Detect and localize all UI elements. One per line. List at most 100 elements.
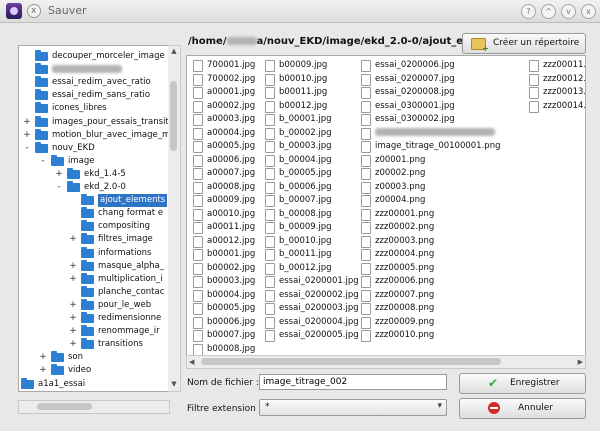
tree-item[interactable]: + pour_le_web bbox=[19, 298, 169, 312]
tree-item-label: video bbox=[68, 365, 92, 376]
tree-item[interactable]: icones_libres bbox=[19, 102, 169, 115]
file-icon bbox=[193, 100, 203, 113]
tree-item[interactable]: + masque_alpha_ bbox=[19, 259, 169, 273]
file-name: essai_0300002.jpg bbox=[375, 114, 455, 124]
folder-icon bbox=[81, 338, 94, 350]
file-icon bbox=[193, 235, 203, 248]
close-button[interactable]: x bbox=[581, 4, 596, 19]
tree-item[interactable]: + son bbox=[19, 351, 169, 364]
tree-item[interactable]: + renommage_ir bbox=[19, 325, 169, 338]
tree-item[interactable]: essai_redim_avec_ratio bbox=[19, 76, 169, 89]
directory-tree[interactable]: decouper_morceler_image essai_redim_avec_… bbox=[18, 45, 170, 392]
file-name: zzz00004.png bbox=[375, 249, 435, 259]
folder-icon bbox=[51, 351, 64, 363]
tree-item[interactable]: a1a1_essai bbox=[19, 377, 169, 391]
expand-icon[interactable]: + bbox=[39, 364, 47, 377]
help-button[interactable]: ? bbox=[521, 4, 536, 19]
window-menu-button[interactable]: x bbox=[27, 4, 41, 18]
scroll-up-icon[interactable]: ▲ bbox=[169, 47, 179, 57]
tree-item[interactable]: - image bbox=[19, 154, 169, 168]
tree-item[interactable]: + motion_blur_avec_image_m bbox=[19, 128, 169, 142]
path-prefix: /home/ bbox=[188, 36, 227, 47]
expand-icon[interactable]: + bbox=[69, 325, 77, 338]
tree-item[interactable]: - nouv_EKD bbox=[19, 141, 169, 155]
scroll-down-icon[interactable]: ▼ bbox=[169, 380, 179, 390]
file-icon bbox=[361, 249, 371, 261]
collapse-icon[interactable]: - bbox=[23, 142, 31, 155]
file-name: b_00002.jpg bbox=[279, 127, 332, 138]
expand-icon[interactable]: + bbox=[69, 233, 77, 246]
expand-icon[interactable]: + bbox=[39, 351, 47, 364]
tree-item[interactable]: + filtres_image bbox=[19, 233, 169, 246]
tree-item[interactable]: decouper_morceler_image bbox=[19, 50, 169, 63]
tree-item[interactable]: - ekd_2.0-0 bbox=[19, 181, 169, 194]
filename-input[interactable] bbox=[259, 374, 447, 390]
file-icon bbox=[361, 222, 371, 234]
expand-icon[interactable]: + bbox=[69, 299, 77, 312]
filter-extension-select[interactable]: * ▾ bbox=[259, 399, 447, 416]
minimize-button[interactable]: ^ bbox=[541, 4, 556, 19]
file-icon bbox=[265, 330, 275, 342]
tree-item-label: filtres_image bbox=[98, 234, 153, 245]
tree-item[interactable]: planche_contac bbox=[19, 285, 169, 299]
tree-item[interactable] bbox=[19, 63, 169, 76]
tree-item[interactable]: informations bbox=[19, 246, 169, 260]
file-list-scroll-thumb[interactable] bbox=[201, 358, 501, 365]
tree-horizontal-scroll-thumb[interactable] bbox=[37, 403, 92, 410]
maximize-button[interactable]: v bbox=[561, 4, 576, 19]
app-icon[interactable] bbox=[6, 3, 22, 19]
file-icon bbox=[193, 127, 203, 140]
expand-icon[interactable]: + bbox=[69, 312, 77, 325]
file-icon bbox=[265, 316, 275, 329]
file-name: b00008.jpg bbox=[207, 343, 256, 354]
folder-icon bbox=[67, 181, 80, 192]
tree-item-label: ekd_1.4-5 bbox=[84, 168, 126, 179]
expand-icon[interactable]: + bbox=[23, 116, 31, 129]
tree-vertical-scroll-thumb[interactable] bbox=[170, 81, 177, 151]
expand-icon[interactable]: + bbox=[55, 168, 63, 181]
tree-horizontal-scrollbar[interactable] bbox=[18, 400, 170, 414]
file-list[interactable]: 700001.jpg 700002.jpg a00001.jpg a00002.jpg… bbox=[186, 55, 586, 357]
save-button[interactable]: ✔ Enregistrer bbox=[459, 373, 586, 394]
file-icon bbox=[193, 289, 203, 302]
tree-item[interactable]: + multiplication_i bbox=[19, 272, 169, 286]
title-bar: x Sauver ? ^ v x bbox=[0, 0, 600, 23]
collapse-icon[interactable]: - bbox=[55, 181, 63, 194]
file-icon bbox=[193, 276, 203, 288]
tree-item[interactable]: essai_redim_sans_ratio bbox=[19, 89, 169, 102]
file-name: 700002.jpg bbox=[207, 73, 256, 84]
folder-icon bbox=[35, 89, 48, 101]
tree-item[interactable]: + video bbox=[19, 364, 169, 377]
tree-item[interactable]: + redimensionne bbox=[19, 312, 169, 325]
tree-item[interactable]: + ekd_1.4-5 bbox=[19, 167, 169, 181]
tree-item-label: essai_redim_sans_ratio bbox=[52, 90, 151, 101]
tree-vertical-scrollbar[interactable]: ▲ ▼ bbox=[168, 45, 181, 392]
tree-item-label: multiplication_i bbox=[98, 273, 163, 284]
tree-item[interactable]: + transitions bbox=[19, 338, 169, 351]
file-icon bbox=[361, 303, 371, 315]
file-icon bbox=[193, 181, 203, 194]
folder-icon bbox=[81, 220, 94, 232]
file-icon bbox=[265, 249, 275, 261]
file-name: zzz00013. bbox=[543, 87, 586, 97]
file-list-horizontal-scrollbar[interactable]: ◀ ▶ bbox=[186, 355, 586, 369]
tree-item[interactable]: ajout_elements bbox=[19, 194, 169, 208]
scroll-left-icon[interactable]: ◀ bbox=[189, 356, 194, 368]
tree-item[interactable]: compositing bbox=[19, 220, 169, 233]
tree-item[interactable]: chang format e bbox=[19, 207, 169, 220]
scroll-right-icon[interactable]: ▶ bbox=[578, 356, 583, 368]
expand-icon[interactable]: + bbox=[69, 273, 77, 286]
file-name: z00004.png bbox=[375, 195, 426, 205]
file-icon bbox=[265, 168, 275, 180]
expand-icon[interactable]: + bbox=[23, 129, 31, 142]
cancel-button[interactable]: Annuler bbox=[459, 398, 586, 419]
tree-item[interactable]: + images_pour_essais_transit bbox=[19, 115, 169, 129]
create-directory-button[interactable]: Créer un répertoire bbox=[462, 33, 586, 54]
folder-icon bbox=[35, 115, 48, 127]
expand-icon[interactable]: + bbox=[69, 338, 77, 351]
tree-item-label: decouper_morceler_image bbox=[52, 51, 165, 61]
expand-icon[interactable]: + bbox=[69, 260, 77, 273]
collapse-icon[interactable]: - bbox=[39, 155, 47, 168]
file-name: zzz00003.png bbox=[375, 235, 435, 246]
file-icon bbox=[193, 154, 203, 167]
